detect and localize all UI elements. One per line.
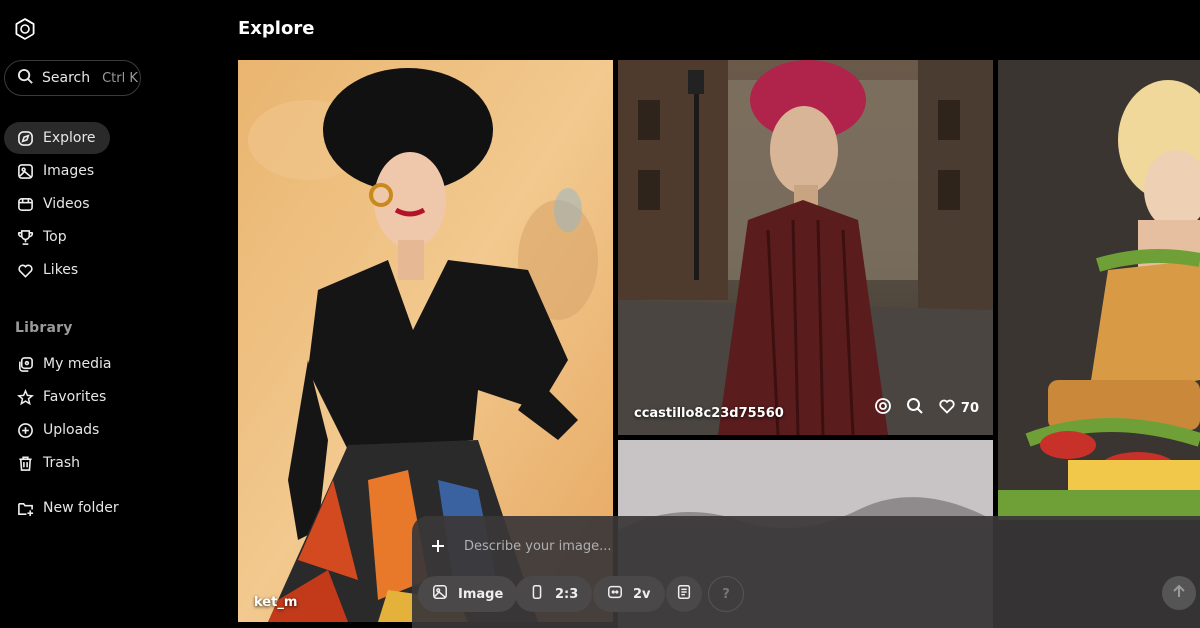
remix-icon[interactable] [874,397,892,419]
tile-username[interactable]: ccastillo8c23d75560 [634,406,784,421]
tile-username[interactable]: ket_m [254,595,297,610]
nav-images[interactable]: Images [4,155,108,187]
preset-icon [676,584,692,604]
nav-label: Likes [43,262,79,278]
aspect-ratio-button[interactable]: 2:3 [515,576,593,612]
search-button[interactable]: Search Ctrl K [4,60,141,96]
search-label: Search [42,70,91,86]
prompt-composer: Image 2:3 2v ? [412,516,1200,628]
like-button[interactable]: 70 [938,397,979,419]
tile-actions: 70 [874,397,979,419]
library-heading: Library [15,320,73,336]
prompt-input[interactable] [464,539,1064,554]
variations-button[interactable]: 2v [593,576,665,612]
nav-likes[interactable]: Likes [4,254,92,286]
explore-icon [16,129,34,147]
page-title: Explore [238,18,315,39]
mode-image-button[interactable]: Image [418,576,518,612]
heart-icon [16,261,34,279]
star-icon [16,388,34,406]
help-icon: ? [722,586,730,602]
nav-my-media[interactable]: My media [4,348,125,380]
gallery-tile[interactable] [998,60,1200,520]
heart-icon [938,397,956,419]
nav-label: Images [43,163,95,179]
nav-label: Uploads [43,422,100,438]
nav-videos[interactable]: Videos [4,188,104,220]
video-icon [16,195,34,213]
nav-label: Trash [43,455,80,471]
chip-label: 2v [633,586,651,602]
add-attachment-button[interactable] [428,536,448,556]
nav-uploads[interactable]: Uploads [4,414,113,446]
trophy-icon [16,228,34,246]
image-icon [432,584,448,604]
nav-label: Explore [43,130,96,146]
new-folder-button[interactable]: New folder [4,492,133,524]
search-shortcut: Ctrl K [102,70,138,86]
preset-button[interactable] [666,576,702,612]
submit-button[interactable] [1162,576,1196,610]
media-icon [16,355,34,373]
new-folder-icon [16,499,34,517]
arrow-up-icon [1171,583,1187,603]
nav-trash[interactable]: Trash [4,447,94,479]
tile-image [998,60,1200,520]
zoom-icon[interactable] [906,397,924,419]
nav-label: Videos [43,196,90,212]
nav-label: Favorites [43,389,107,405]
like-count: 70 [960,400,979,416]
image-icon [16,162,34,180]
search-icon [17,68,34,89]
aspect-ratio-icon [529,584,545,604]
nav-explore[interactable]: Explore [4,122,110,154]
trash-icon [16,454,34,472]
upload-icon [16,421,34,439]
help-button[interactable]: ? [708,576,744,612]
tile-image [618,60,993,435]
gallery-tile[interactable]: ccastillo8c23d75560 70 [618,60,993,435]
openai-logo-icon[interactable] [12,16,38,42]
nav-label: New folder [43,500,119,516]
chip-label: 2:3 [555,586,579,602]
nav-top[interactable]: Top [4,221,81,253]
chip-label: Image [458,586,504,602]
sidebar: Search Ctrl K Explore Images Videos Top … [0,0,225,628]
nav-favorites[interactable]: Favorites [4,381,120,413]
nav-label: My media [43,356,112,372]
nav-label: Top [43,229,67,245]
variations-icon [607,584,623,604]
